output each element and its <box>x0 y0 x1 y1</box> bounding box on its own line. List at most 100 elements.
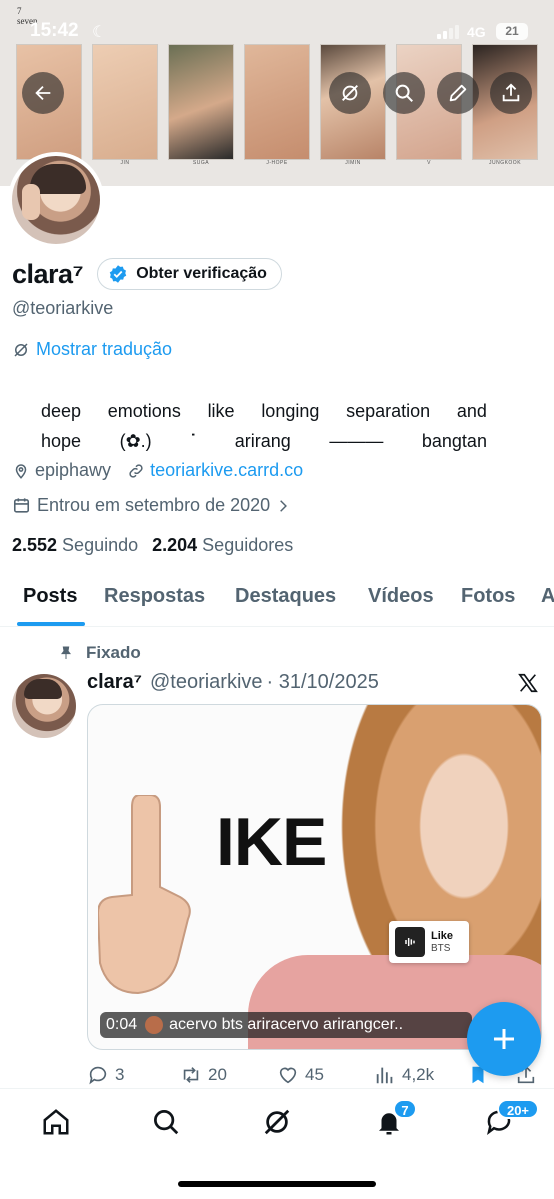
banner-caption: SUGA <box>192 160 210 166</box>
tab-photos[interactable]: Fotos <box>461 575 515 626</box>
profile-meta: epiphawy teoriarkive.carrd.co <box>12 460 319 481</box>
tab-posts[interactable]: Posts <box>23 575 77 626</box>
post-date[interactable]: · 31/10/2025 <box>267 671 379 694</box>
tab-highlights[interactable]: Destaques <box>235 575 336 626</box>
bio-word: hope <box>41 431 82 451</box>
nav-home[interactable] <box>41 1107 71 1137</box>
video-caption-bar: 0:04 acervo bts ariracervo arirangcer.. <box>100 1012 472 1038</box>
views-chart-icon <box>376 1067 393 1084</box>
bio-word: separation <box>346 401 431 421</box>
tab-articles[interactable]: A <box>541 575 554 626</box>
reply-count: 3 <box>115 1065 125 1084</box>
reply-icon <box>89 1066 107 1085</box>
messages-badge: 20+ <box>497 1099 539 1119</box>
repost-icon <box>183 1067 199 1083</box>
banner-caption: JIN <box>120 160 130 166</box>
notifications-badge: 7 <box>393 1099 417 1119</box>
search-button[interactable] <box>383 72 425 114</box>
post-media-video[interactable]: IKE Like BTS 0:04 acervo bts ariracervo … <box>87 704 542 1050</box>
music-title: Like <box>431 930 454 942</box>
post-author-handle[interactable]: @teoriarkive <box>150 671 263 694</box>
bio-word: arirang <box>234 431 291 451</box>
profile-tabs: Posts Respostas Destaques Vídeos Fotos A <box>0 575 554 627</box>
tab-replies[interactable]: Respostas <box>104 575 205 626</box>
joined-date-text: Entrou em setembro de 2020 <box>37 495 271 515</box>
plus-icon <box>494 1029 514 1049</box>
bio-word: ˙ <box>190 431 197 451</box>
followers-count: 2.204 <box>152 535 198 555</box>
following-label: Seguindo <box>62 535 139 555</box>
bio-word: longing <box>261 401 320 421</box>
like-button[interactable]: 45 <box>277 1064 324 1086</box>
chevron-right-icon <box>280 499 288 512</box>
media-overlay-text: IKE <box>216 804 327 880</box>
nav-search[interactable] <box>151 1107 181 1137</box>
profile-website-link[interactable]: teoriarkive.carrd.co <box>150 460 303 481</box>
nav-grok[interactable] <box>262 1107 292 1137</box>
pinned-indicator: Fixado <box>58 643 141 663</box>
profile-location: epiphawy <box>35 460 112 480</box>
profile-bio: deep emotions like longing separation an… <box>41 396 487 456</box>
banner-caption: JUNGKOOK <box>488 160 522 166</box>
follow-stats: 2.552 Seguindo 2.204 Seguidores <box>12 535 307 556</box>
repost-count: 20 <box>208 1065 227 1084</box>
banner-caption: JIMIN <box>345 160 361 166</box>
status-bar: 15:42 ☾ 4G 21 <box>0 18 554 48</box>
location-pin-icon <box>15 463 27 479</box>
post-author-avatar[interactable] <box>12 674 76 738</box>
back-button[interactable] <box>22 72 64 114</box>
pencil-icon <box>449 84 467 102</box>
like-count: 45 <box>305 1065 324 1084</box>
show-translation-link[interactable]: Mostrar tradução <box>12 339 172 360</box>
joined-date[interactable]: Entrou em setembro de 2020 <box>12 495 296 516</box>
profile-avatar[interactable] <box>8 152 104 248</box>
caption-avatar <box>145 1016 164 1034</box>
followers-link[interactable]: 2.204 Seguidores <box>152 535 293 556</box>
edit-button[interactable] <box>437 72 479 114</box>
music-bars-icon <box>395 927 425 957</box>
music-card[interactable]: Like BTS <box>389 921 469 963</box>
bio-word: (✿.) <box>119 431 152 451</box>
share-icon <box>502 83 520 102</box>
bio-word: bangtan <box>421 431 487 451</box>
get-verified-label: Obter verificação <box>136 265 267 282</box>
battery-icon: 21 <box>496 23 528 40</box>
hand-gesture-illustration <box>98 795 191 995</box>
heart-icon <box>279 1067 297 1084</box>
grok-icon <box>14 342 28 357</box>
get-verified-button[interactable]: Obter verificação <box>97 258 282 290</box>
grok-button[interactable] <box>329 72 371 114</box>
video-caption: acervo bts ariracervo arirangcer.. <box>169 1016 404 1033</box>
home-icon <box>43 1109 69 1135</box>
pinned-label: Fixado <box>86 643 141 662</box>
reply-button[interactable]: 3 <box>87 1064 124 1086</box>
views-button[interactable]: 4,2k <box>374 1064 434 1086</box>
bio-word: like <box>207 401 235 421</box>
tab-videos[interactable]: Vídeos <box>368 575 434 626</box>
compose-post-button[interactable] <box>467 1002 541 1076</box>
repost-button[interactable]: 20 <box>180 1064 227 1086</box>
status-time: 15:42 <box>30 20 79 41</box>
calendar-icon <box>13 498 30 513</box>
bio-word: ——— <box>329 431 384 451</box>
banner-caption: J-HOPE <box>266 160 288 166</box>
post-author-name[interactable]: clara⁷ <box>87 671 142 694</box>
banner-photo <box>168 44 234 160</box>
search-icon <box>154 1110 179 1135</box>
profile-name-row: clara⁷ Obter verificação <box>12 258 282 290</box>
views-count: 4,2k <box>402 1065 435 1084</box>
following-link[interactable]: 2.552 Seguindo <box>12 535 138 556</box>
verified-badge-icon <box>109 265 127 283</box>
bio-word: and <box>456 401 487 421</box>
video-duration: 0:04 <box>106 1016 138 1033</box>
following-count: 2.552 <box>12 535 58 555</box>
grok-icon <box>342 85 358 101</box>
active-tab-indicator <box>17 622 85 626</box>
banner-caption: V <box>427 160 431 166</box>
share-button[interactable] <box>490 72 532 114</box>
search-icon <box>395 84 413 102</box>
bio-word: deep <box>41 401 82 421</box>
home-indicator <box>178 1181 376 1187</box>
bio-word: emotions <box>107 401 181 421</box>
network-label: 4G <box>467 24 486 40</box>
